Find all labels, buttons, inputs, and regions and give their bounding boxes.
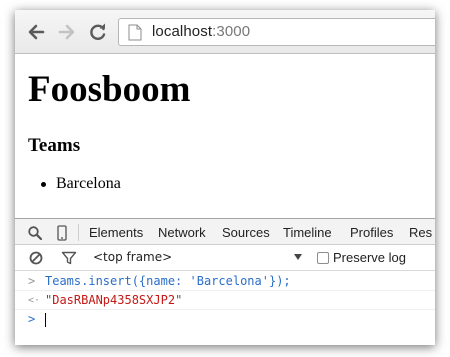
forward-arrow-icon [58, 24, 75, 40]
browser-toolbar: localhost:3000 [15, 10, 435, 54]
preserve-log-checkbox[interactable] [317, 252, 329, 264]
text-cursor [45, 313, 46, 327]
active-prompt: > [28, 312, 36, 326]
devtools-panel: Elements Network Sources Timeline Profil… [15, 218, 435, 345]
page-icon [128, 24, 142, 41]
tab-sources[interactable]: Sources [222, 225, 270, 240]
console-output[interactable]: > Teams.insert({name: 'Barcelona'}); <· … [15, 272, 435, 345]
back-arrow-icon [28, 24, 45, 40]
tab-timeline[interactable]: Timeline [283, 225, 332, 240]
console-toolbar: <top frame> Preserve log [15, 245, 435, 271]
url-text: localhost:3000 [152, 23, 250, 40]
result-string: DasRBANp4358SXJP2 [52, 293, 176, 307]
reload-button[interactable] [87, 21, 109, 43]
forward-button[interactable] [56, 21, 78, 43]
search-icon[interactable] [27, 225, 43, 241]
result-prompt: <· [28, 295, 41, 306]
browser-window: localhost:3000 Foosboom Teams Barcelona [15, 10, 435, 345]
devtools-tab-bar: Elements Network Sources Timeline Profil… [15, 218, 435, 245]
url-host: localhost [152, 23, 213, 40]
result-quote-close: " [175, 293, 183, 307]
filter-icon[interactable] [61, 250, 77, 266]
tab-resources[interactable]: Res [409, 225, 432, 240]
console-result-line: <· "DasRBANp4358SXJP2" [15, 291, 435, 310]
clear-console-icon[interactable] [28, 250, 44, 266]
tab-profiles[interactable]: Profiles [350, 225, 393, 240]
list-item: Barcelona [41, 175, 121, 192]
url-port: :3000 [212, 23, 251, 40]
team-list: Barcelona [41, 175, 121, 192]
console-prompt-line[interactable]: > [15, 310, 435, 329]
address-bar[interactable]: localhost:3000 [118, 18, 435, 46]
page-content: Foosboom Teams Barcelona [15, 55, 435, 220]
back-button[interactable] [25, 21, 47, 43]
preserve-log-label[interactable]: Preserve log [333, 250, 406, 265]
console-result: "DasRBANp4358SXJP2" [45, 291, 182, 310]
chevron-down-icon[interactable] [294, 254, 302, 260]
section-heading: Teams [28, 135, 81, 156]
console-input-line: > Teams.insert({name: 'Barcelona'}); [15, 272, 435, 291]
tab-network[interactable]: Network [158, 225, 206, 240]
tab-elements[interactable]: Elements [89, 225, 143, 240]
frame-selector[interactable]: <top frame> [93, 250, 172, 264]
input-prompt: > [28, 274, 36, 288]
page-title: Foosboom [28, 69, 191, 110]
console-command: Teams.insert({name: 'Barcelona'}); [45, 274, 291, 288]
reload-icon [90, 23, 106, 40]
tab-divider [78, 224, 79, 241]
device-mode-icon[interactable] [54, 225, 70, 241]
